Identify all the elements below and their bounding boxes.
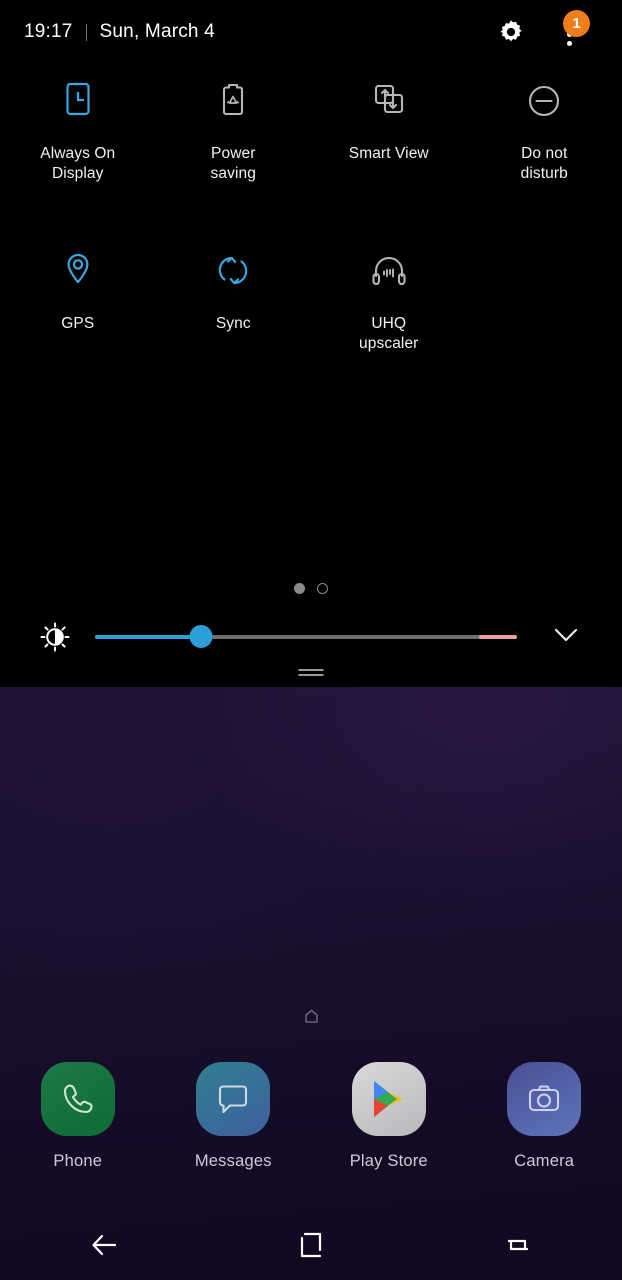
uhq-upscaler-icon (366, 248, 412, 294)
panel-drag-handle-line (298, 674, 324, 676)
slider-fill (95, 635, 201, 639)
toggle-gps[interactable]: GPS (0, 242, 156, 354)
brightness-slider[interactable] (95, 625, 517, 648)
toggle-label: Do not disturb (520, 145, 568, 182)
nav-home-button[interactable] (207, 1214, 414, 1280)
page-indicator-dots[interactable] (0, 583, 622, 594)
quick-toggle-grid: Always On Display Power saving Smart Vie… (0, 72, 622, 354)
overflow-menu-icon (566, 40, 572, 46)
panel-drag-handle-line (298, 669, 324, 671)
toggle-sync[interactable]: Sync (156, 242, 312, 354)
dock-label: Phone (53, 1152, 103, 1170)
brightness-sun-icon[interactable] (38, 620, 72, 654)
toggle-always-on-display[interactable]: Always On Display (0, 72, 156, 184)
play-store-icon[interactable] (351, 1062, 426, 1136)
toggle-uhq-upscaler[interactable]: UHQ upscaler (311, 242, 467, 354)
phone-icon[interactable] (40, 1062, 115, 1136)
toggle-label: Sync (215, 315, 251, 332)
messages-icon[interactable] (196, 1062, 271, 1136)
toggle-do-not-disturb[interactable]: Do not disturb (467, 72, 622, 184)
toggle-label: Always On Display (40, 145, 116, 182)
page-dot-1[interactable] (294, 583, 305, 594)
brightness-control-row (0, 612, 622, 660)
quick-toggle-row: Always On Display Power saving Smart Vie… (0, 72, 622, 184)
home-page-indicator-icon (304, 1009, 319, 1028)
status-bar-time: 19:17 (24, 21, 73, 42)
toggle-label: UHQ upscaler (359, 315, 419, 352)
nav-back-button[interactable] (0, 1214, 207, 1280)
toggle-label: Smart View (348, 145, 429, 162)
sync-icon (210, 248, 256, 294)
gps-location-icon (55, 248, 101, 294)
dock-label: Play Store (349, 1152, 428, 1170)
settings-gear-button[interactable] (495, 18, 527, 50)
phone-screen: Phone Messages Play Store Camera 19:17 S… (0, 0, 622, 1280)
dock-label: Camera (514, 1152, 575, 1170)
toggle-empty-slot (467, 242, 622, 354)
home-screen-wallpaper: Phone Messages Play Store Camera (0, 687, 622, 1280)
gear-icon (496, 17, 526, 52)
power-saving-icon (210, 78, 256, 124)
toggle-label: GPS (61, 315, 95, 332)
nav-recents-button[interactable] (415, 1214, 622, 1280)
navigation-bar (0, 1214, 622, 1280)
quick-settings-panel: 19:17 Sun, March 4 1 Always On Display P… (0, 0, 622, 687)
smart-view-icon (366, 78, 412, 124)
slider-hot-zone (479, 635, 517, 639)
dock-item-messages[interactable]: Messages (156, 1062, 312, 1171)
status-bar-date: Sun, March 4 (99, 21, 215, 42)
always-on-display-icon (55, 78, 101, 124)
quick-toggle-row: GPS Sync UHQ upscaler (0, 242, 622, 354)
camera-icon[interactable] (507, 1062, 582, 1136)
dock: Phone Messages Play Store Camera (0, 1062, 622, 1171)
status-bar-divider (85, 23, 87, 41)
dock-label: Messages (194, 1152, 272, 1170)
status-bar: 19:17 Sun, March 4 1 (0, 0, 622, 68)
do-not-disturb-icon (521, 78, 567, 124)
home-square-icon (296, 1230, 326, 1265)
dock-item-phone[interactable]: Phone (0, 1062, 156, 1171)
back-arrow-icon (87, 1230, 121, 1265)
recents-icon (503, 1230, 533, 1265)
clock-and-date: 19:17 Sun, March 4 (24, 21, 215, 43)
panel-drag-handle[interactable] (298, 669, 324, 676)
notification-count-badge: 1 (563, 10, 590, 37)
page-dot-2[interactable] (317, 583, 328, 594)
toggle-smart-view[interactable]: Smart View (311, 72, 467, 184)
chevron-down-icon (553, 627, 579, 648)
dock-item-camera[interactable]: Camera (467, 1062, 622, 1171)
dock-item-play-store[interactable]: Play Store (311, 1062, 467, 1171)
home-page-indicator (0, 1009, 622, 1028)
brightness-expand-button[interactable] (548, 620, 584, 654)
toggle-label: Power saving (210, 145, 256, 182)
toggle-power-saving[interactable]: Power saving (156, 72, 312, 184)
slider-thumb[interactable] (189, 625, 212, 648)
